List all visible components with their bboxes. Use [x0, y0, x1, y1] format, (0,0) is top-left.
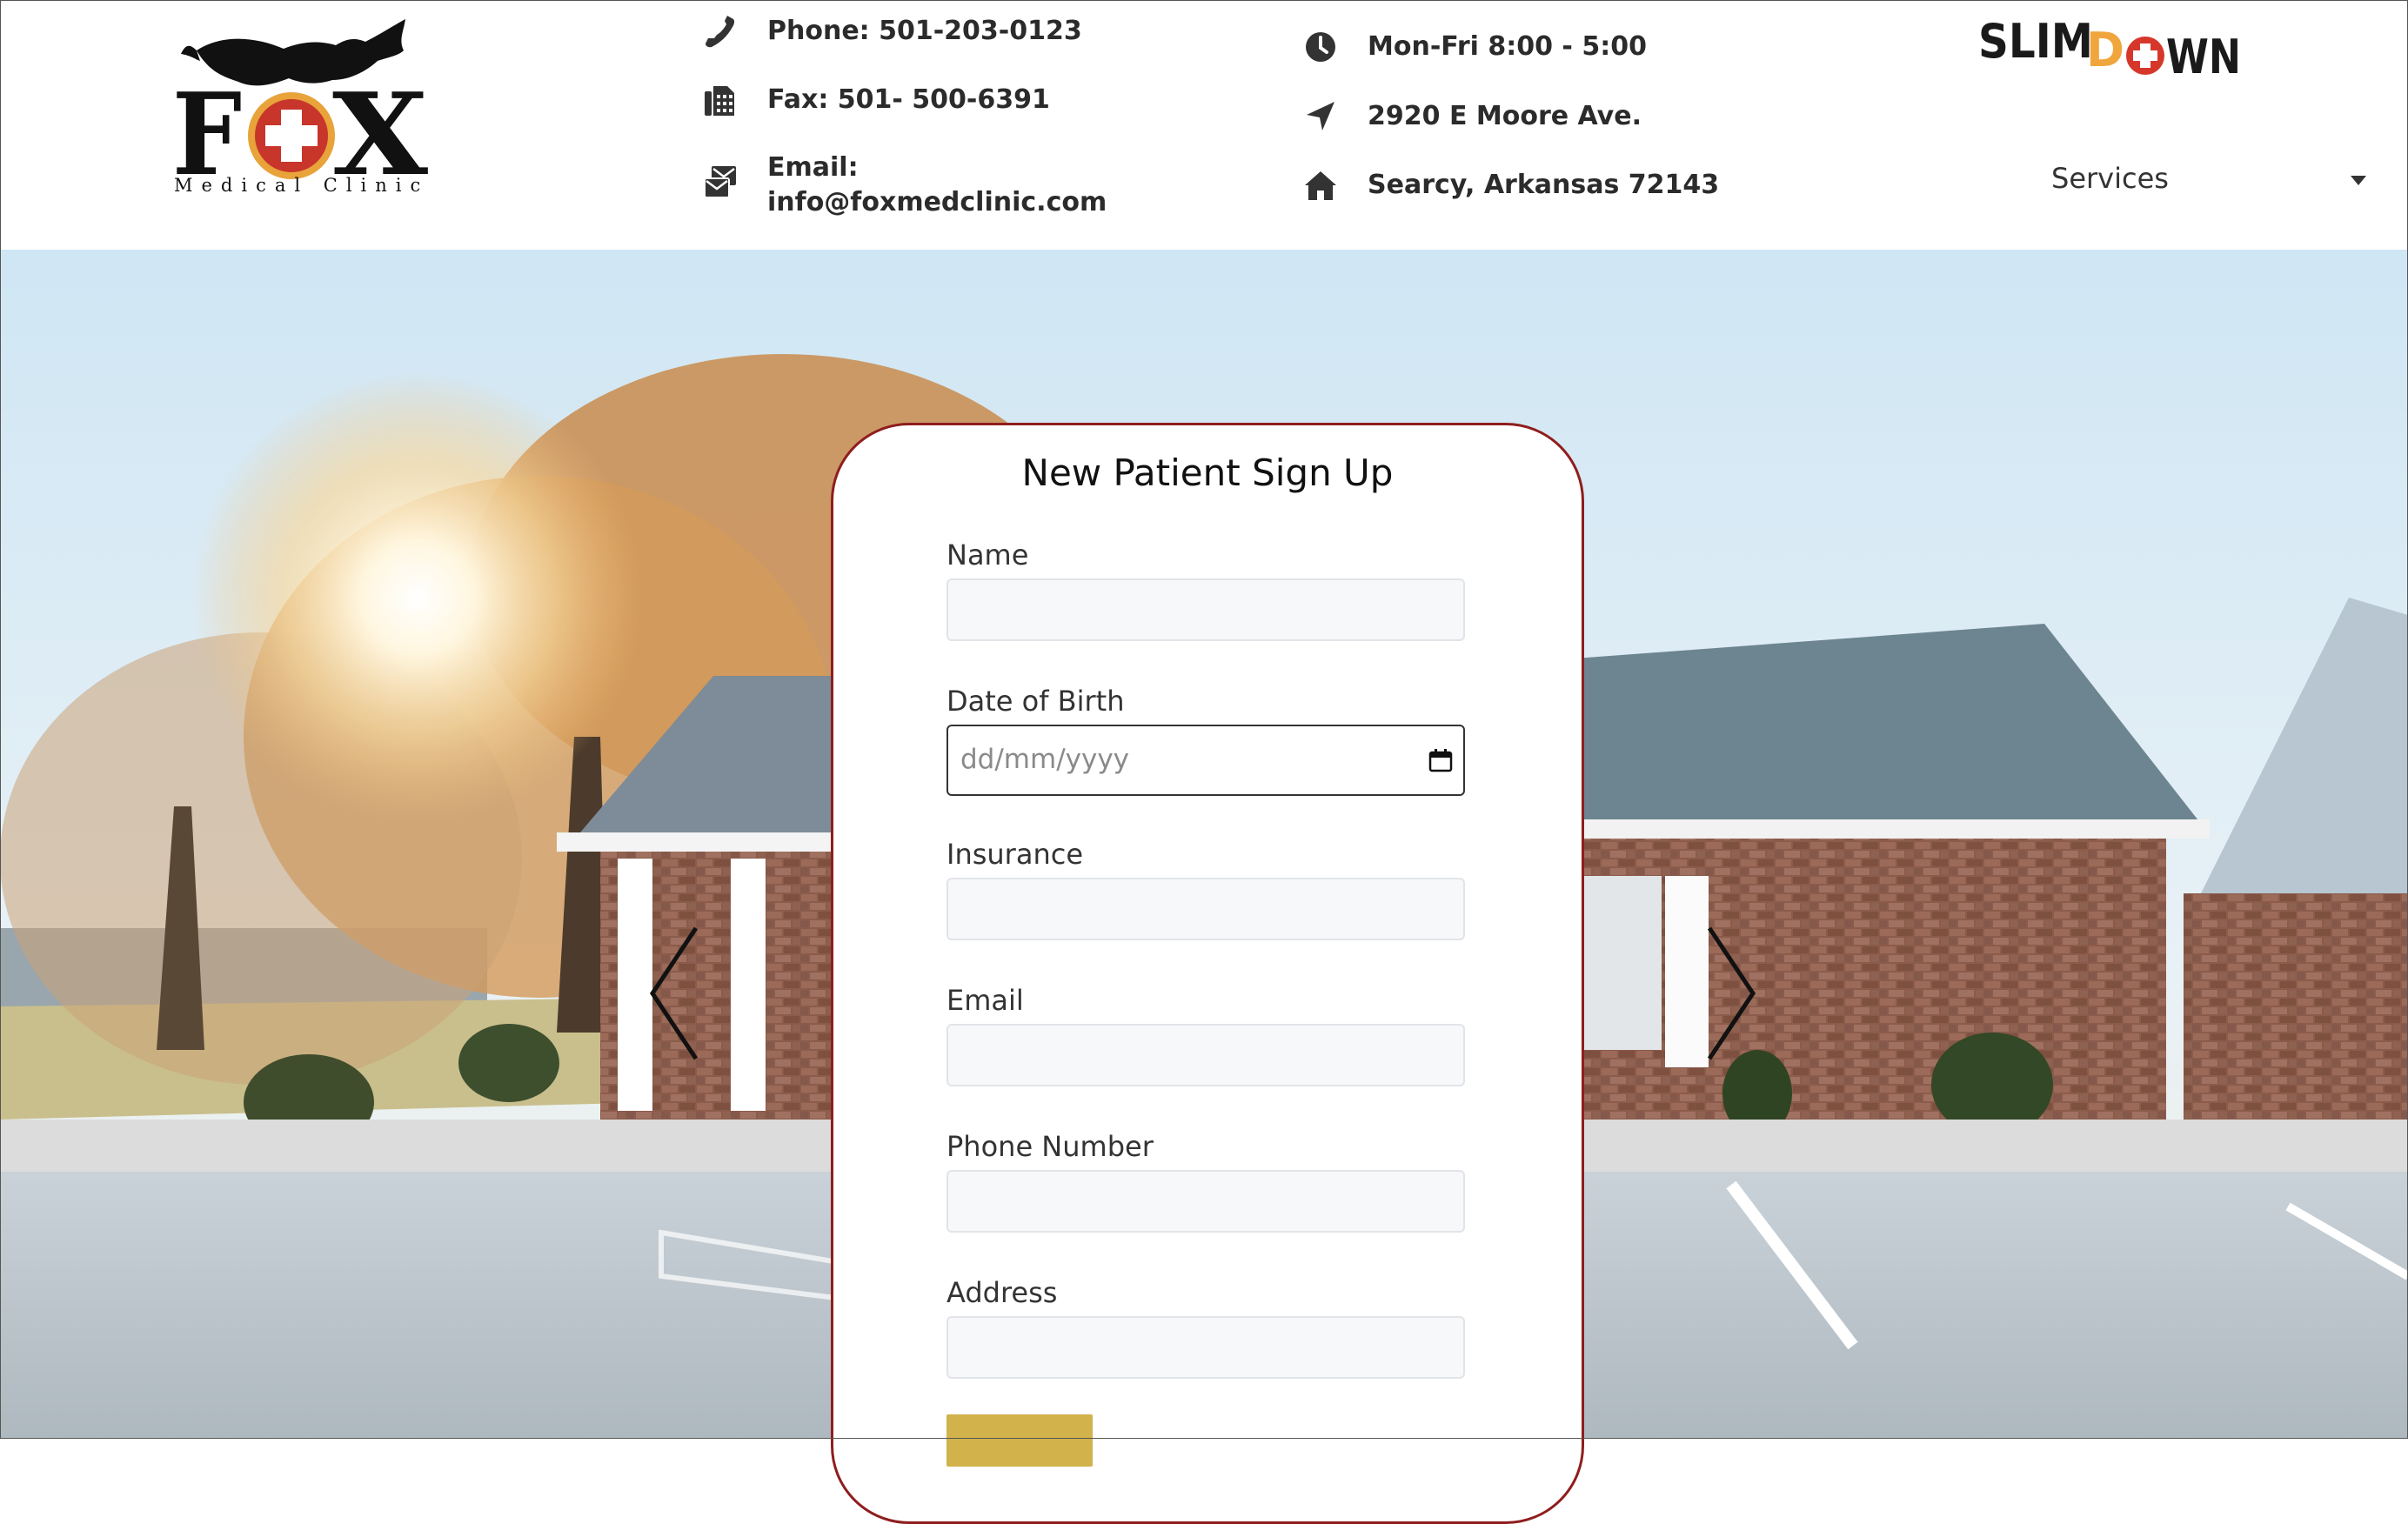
street-text: 2920 E Moore Ave. [1368, 101, 1642, 131]
site-header: F X Medical Clinic Phone: 501-203-0123 F… [0, 0, 2408, 250]
chevron-right-icon [1707, 926, 1756, 1060]
fax-text: Fax: 501- 500-6391 [767, 84, 1050, 115]
dob-placeholder: dd/mm/yyyy [960, 744, 1130, 775]
address-label: Address [946, 1276, 1058, 1309]
clock-icon [1306, 32, 1335, 62]
insurance-label: Insurance [946, 838, 1083, 871]
chevron-down-icon [2351, 176, 2366, 185]
location-arrow-icon [1307, 102, 1334, 130]
email-label-form: Email [946, 984, 1024, 1017]
name-input[interactable] [946, 578, 1465, 641]
email-address: info@foxmedclinic.com [767, 187, 1107, 217]
fox-medical-clinic-logo[interactable]: F X [171, 16, 440, 200]
hours-text: Mon-Fri 8:00 - 5:00 [1368, 31, 1647, 62]
dob-label: Date of Birth [946, 685, 1125, 718]
email-icon [704, 166, 736, 198]
chevron-left-icon [649, 926, 699, 1060]
city-text: Searcy, Arkansas 72143 [1368, 170, 1720, 200]
services-dropdown[interactable]: Services [2027, 157, 2375, 205]
phone-input[interactable] [946, 1170, 1465, 1233]
submit-button[interactable] [946, 1414, 1093, 1467]
svg-text:WN: WN [2166, 30, 2241, 84]
insurance-input[interactable] [946, 878, 1465, 940]
phone-icon [706, 16, 735, 48]
logo-tagline: Medical Clinic [174, 175, 430, 196]
phone-info[interactable]: Phone: 501-203-0123 [703, 14, 1082, 49]
carousel-next-button[interactable] [1701, 919, 1762, 1067]
phone-label-form: Phone Number [946, 1130, 1154, 1163]
email-label: Email: [767, 152, 859, 183]
slimdown-logo[interactable]: SLIM D WN [1975, 14, 2244, 84]
email-input[interactable] [946, 1024, 1465, 1086]
fax-icon [705, 86, 734, 116]
form-title: New Patient Sign Up [1021, 451, 1394, 494]
calendar-icon[interactable] [1428, 748, 1453, 772]
svg-text:SLIM: SLIM [1978, 14, 2093, 69]
home-icon [1305, 171, 1336, 200]
services-label: Services [2051, 162, 2169, 195]
address-input[interactable] [946, 1316, 1465, 1379]
svg-text:D: D [2086, 23, 2124, 77]
city-info: Searcy, Arkansas 72143 [1303, 168, 1719, 203]
street-info[interactable]: 2920 E Moore Ave. [1303, 99, 1642, 134]
carousel-prev-button[interactable] [644, 919, 705, 1067]
hours-info: Mon-Fri 8:00 - 5:00 [1303, 30, 1647, 64]
name-label: Name [946, 538, 1029, 572]
new-patient-form-card: New Patient Sign Up Name Date of Birth d… [831, 423, 1584, 1524]
fax-info: Fax: 501- 500-6391 [703, 83, 1050, 117]
email-info[interactable]: Email: info@foxmedclinic.com [703, 150, 1107, 220]
phone-text: Phone: 501-203-0123 [767, 16, 1082, 46]
